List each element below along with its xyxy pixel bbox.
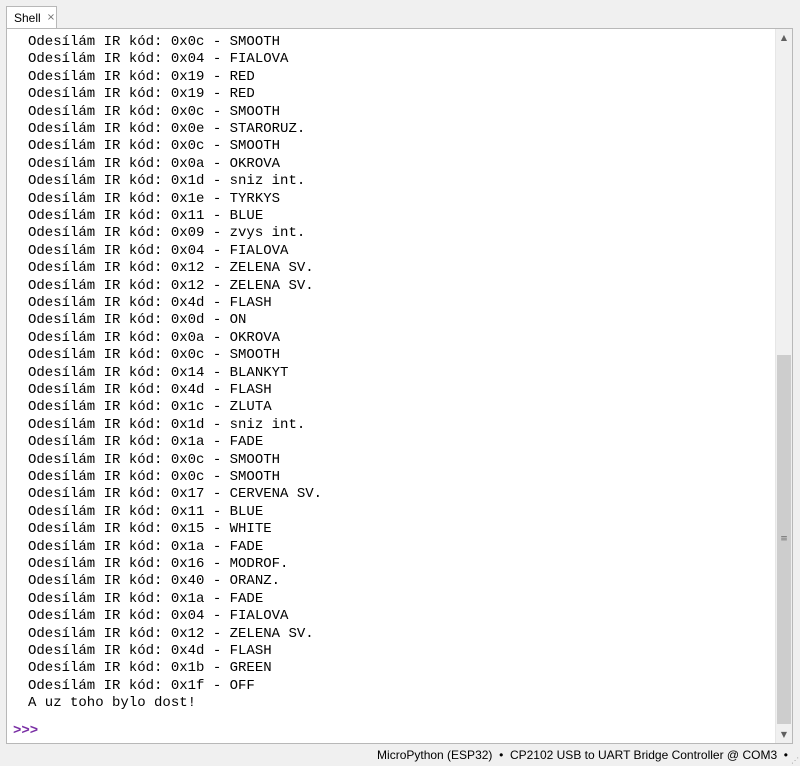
output-line: Odesílám IR kód: 0x12 - ZELENA SV.: [28, 277, 314, 294]
output-line: Odesílám IR kód: 0x0e - STARORUZ.: [28, 121, 306, 137]
output-line: Odesílám IR kód: 0x1f - OFF: [28, 677, 255, 694]
output-line: Odesílám IR kód: 0x11 - BLUE: [28, 208, 264, 224]
grip-icon: ≡: [780, 534, 788, 544]
output-line: Odesílám IR kód: 0x0c - SMOOTH: [28, 469, 281, 485]
output-line: Odesílám IR kód: 0x0c - SMOOTH: [28, 138, 281, 155]
scroll-up-arrow-icon[interactable]: ▲: [776, 29, 792, 46]
output-line: Odesílám IR kód: 0x19 - RED: [28, 86, 255, 103]
output-line: Odesílám IR kód: 0x16 - MODROF.: [28, 556, 289, 572]
output-line: Odesílám IR kód: 0x1a - FADE: [28, 590, 264, 607]
output-line: Odesílám IR kód: 0x19 - RED: [28, 68, 255, 85]
resize-grip-icon[interactable]: ⋰: [791, 756, 799, 765]
output-line: Odesílám IR kód: 0x12 - ZELENA SV.: [28, 625, 314, 642]
close-icon[interactable]: ×: [47, 13, 55, 23]
vertical-scrollbar[interactable]: ▲ ≡ ▼: [775, 29, 792, 743]
shell-panel[interactable]: Odesílám IR kód: 0x0c - SMOOTH Odesílám I…: [6, 28, 793, 744]
shell-prompt[interactable]: >>>: [13, 723, 38, 740]
output-line: Odesílám IR kód: 0x15 - WHITE: [28, 521, 272, 538]
output-line: Odesílám IR kód: 0x11 - BLUE: [28, 503, 264, 520]
tab-shell-label: Shell: [14, 11, 41, 25]
tab-bar: Shell ×: [0, 0, 800, 30]
output-line: Odesílám IR kód: 0x1a - FADE: [28, 434, 264, 451]
output-line: Odesílám IR kód: 0x1d - sniz int.: [28, 416, 306, 433]
output-line: Odesílám IR kód: 0x09 - zvys int.: [28, 225, 306, 242]
output-line: Odesílám IR kód: 0x17 - CERVENA SV.: [28, 486, 323, 503]
scrollbar-thumb[interactable]: ≡: [777, 355, 791, 724]
output-line: Odesílám IR kód: 0x0d - ON: [28, 312, 247, 329]
output-line: Odesílám IR kód: 0x04 - FIALOVA: [28, 51, 289, 68]
output-line: Odesílám IR kód: 0x1b - GREEN: [28, 660, 272, 677]
output-line: Odesílám IR kód: 0x04 - FIALOVA: [28, 608, 289, 625]
output-line: A uz toho bylo dost!: [28, 695, 197, 712]
output-line: Odesílám IR kód: 0x0a - OKROVA: [28, 155, 281, 172]
output-line: Odesílám IR kód: 0x0a - OKROVA: [28, 329, 281, 346]
output-line: Odesílám IR kód: 0x0c - SMOOTH: [28, 347, 281, 364]
output-line: Odesílám IR kód: 0x1d - sniz int.: [28, 173, 306, 190]
thonny-shell-window: Shell × Odesílám IR kód: 0x0c - SMOOTH Od…: [0, 0, 800, 766]
output-line: Odesílám IR kód: 0x04 - FIALOVA: [28, 242, 289, 259]
output-line: Odesílám IR kód: 0x1a - FADE: [28, 538, 264, 555]
output-line: Odesílám IR kód: 0x12 - ZELENA SV.: [28, 260, 314, 277]
output-line: Odesílám IR kód: 0x14 - BLANKYT: [28, 364, 289, 381]
status-bar: MicroPython (ESP32) • CP2102 USB to UART…: [0, 744, 800, 766]
output-line: Odesílám IR kód: 0x0c - SMOOTH: [28, 451, 281, 468]
scroll-down-arrow-icon[interactable]: ▼: [776, 726, 792, 743]
output-line: Odesílám IR kód: 0x4d - FLASH: [28, 643, 272, 659]
interpreter-status[interactable]: MicroPython (ESP32) • CP2102 USB to UART…: [377, 748, 788, 762]
tab-shell[interactable]: Shell ×: [6, 6, 57, 29]
output-line: Odesílám IR kód: 0x1c - ZLUTA: [28, 399, 272, 416]
output-line: Odesílám IR kód: 0x4d - FLASH: [28, 295, 272, 311]
output-line: Odesílám IR kód: 0x0c - SMOOTH: [28, 34, 281, 50]
output-line: Odesílám IR kód: 0x0c - SMOOTH: [28, 103, 281, 120]
output-line: Odesílám IR kód: 0x1e - TYRKYS: [28, 190, 281, 207]
shell-output[interactable]: Odesílám IR kód: 0x0c - SMOOTH Odesílám I…: [7, 29, 774, 743]
output-line: Odesílám IR kód: 0x40 - ORANZ.: [28, 573, 281, 590]
output-line: Odesílám IR kód: 0x4d - FLASH: [28, 382, 272, 398]
